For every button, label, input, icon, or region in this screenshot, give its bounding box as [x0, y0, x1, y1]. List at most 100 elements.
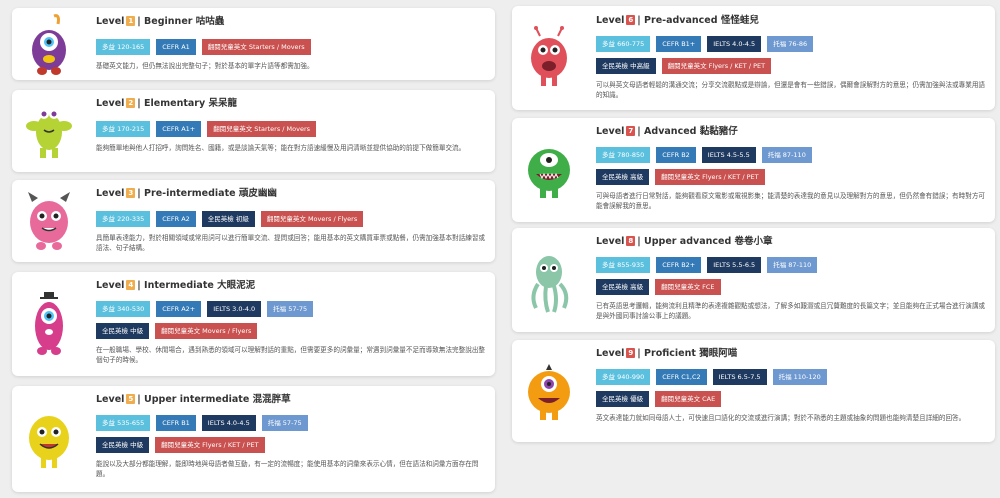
- toeic-tag: 多益 220-335: [96, 211, 151, 227]
- level-description: 可以與英文母語者輕鬆的溝通交流；分享交流觀點或是辯論，但還是會有一些錯誤，偶爾會…: [596, 81, 986, 99]
- level-card-8: Level 8 | Upper advanced 卷卷小章 多益 855-935 C…: [512, 228, 995, 332]
- kids-english-tag: 翻閱兒童英文 Starters / Movers: [201, 39, 311, 55]
- level-title: Level 8 | Upper advanced 卷卷小章: [596, 236, 773, 247]
- ielts-tag: IELTS 6.5-7.5: [712, 369, 767, 385]
- level-description: 基礎英文能力，但仍無法說出完整句子；對於基本的單字片語等都需加強。: [96, 62, 314, 70]
- level-title: Level 9 | Proficient 獨眼阿喵: [596, 348, 738, 359]
- level-number-badge: 8: [626, 236, 636, 246]
- cefr-tag: CEFR A2+: [156, 301, 202, 317]
- level-number-badge: 5: [126, 394, 136, 404]
- level-title: Level 7 | Advanced 黏黏豬仔: [596, 126, 738, 137]
- green-monster-mascot: [528, 149, 570, 198]
- cefr-tag: CEFR B1: [156, 415, 196, 431]
- gept-tag: 全民英檢 中級: [96, 323, 150, 339]
- cefr-tag: CEFR A2: [156, 211, 196, 227]
- toeic-tag: 多益 855-935: [596, 257, 651, 273]
- pink-monster-mascot: [28, 192, 70, 250]
- kids-english-tag: 翻閱兒童英文 FCE: [655, 279, 721, 295]
- level-name: Pre-advanced 怪怪蛙兒: [644, 15, 759, 26]
- cefr-tag: CEFR B2+: [656, 257, 702, 273]
- ielts-tag: IELTS 4.0-4.5: [707, 36, 762, 52]
- gept-tag: 全民英檢 高級: [596, 169, 650, 185]
- toefl-tag: 托福 57-75: [261, 415, 308, 431]
- level-name: Pre-intermediate 頑皮幽幽: [144, 188, 277, 199]
- tag-list: 多益 170-215 CEFR A1+ 翻閱兒童英文 Starters / Mo…: [96, 121, 487, 143]
- pink-frog-mascot: [531, 26, 567, 86]
- toeic-tag: 多益 170-215: [96, 121, 151, 137]
- tag-list: 多益 535-655 CEFR B1 IELTS 4.0-4.5 托福 57-7…: [96, 415, 487, 459]
- ielts-tag: IELTS 5.5-6.5: [707, 257, 762, 273]
- kids-english-tag: 翻閱兒童英文 Movers / Flyers: [155, 323, 258, 339]
- gept-tag: 全民英檢 高級: [596, 279, 650, 295]
- gept-tag: 全民英檢 中高級: [596, 58, 656, 74]
- kids-english-tag: 翻閱兒童英文 Flyers / KET / PET: [155, 437, 265, 453]
- level-description: 能夠簡單地與他人打招呼，詢問姓名、國籍，或是談論天氣等；能在對方語速緩慢及用詞清…: [96, 144, 466, 152]
- level-description: 具簡單表達能力，對於相關領域或常用詞可以進行簡單交流、提問或回答；能用基本的英文…: [96, 234, 486, 252]
- toeic-tag: 多益 340-530: [96, 301, 151, 317]
- kids-english-tag: 翻閱兒童英文 Starters / Movers: [207, 121, 317, 137]
- level-name: Upper advanced 卷卷小章: [644, 236, 773, 247]
- level-name: Upper intermediate 混混胖草: [144, 394, 291, 405]
- green-dino-mascot: [26, 109, 72, 158]
- level-card-5: Level 5 | Upper intermediate 混混胖草 多益 535-6…: [12, 386, 495, 492]
- kids-english-tag: 翻閱兒童英文 Flyers / KET / PET: [661, 58, 772, 74]
- tag-list: 多益 220-335 CEFR A2 全民英檢 初級 翻閱兒童英文 Movers…: [96, 211, 487, 233]
- level-card-2: Level 2 | Elementary 呆呆龍 多益 170-215 CEFR A…: [12, 90, 495, 172]
- level-title: Level 3 | Pre-intermediate 頑皮幽幽: [96, 188, 277, 199]
- level-card-7: Level 7 | Advanced 黏黏豬仔 多益 780-850 CEFR B2…: [512, 118, 995, 222]
- level-title: Level 6 | Pre-advanced 怪怪蛙兒: [596, 15, 759, 26]
- level-name: Beginner 咕咕蟲: [144, 16, 225, 27]
- level-title: Level 1 | Beginner 咕咕蟲: [96, 16, 225, 27]
- cefr-tag: CEFR B1+: [656, 36, 702, 52]
- ielts-tag: IELTS 4.5-5.5: [701, 147, 756, 163]
- toeic-tag: 多益 535-655: [96, 415, 151, 431]
- level-card-4: Level 4 | Intermediate 大眼泥泥 多益 340-530 CEF…: [12, 272, 495, 376]
- orange-cyclops-mascot: [528, 364, 570, 420]
- cefr-tag: CEFR C1,C2: [656, 369, 707, 385]
- level-title: Level 4 | Intermediate 大眼泥泥: [96, 280, 256, 291]
- level-number-badge: 7: [626, 126, 636, 136]
- level-card-1: Level 1 | Beginner 咕咕蟲 多益 120-165 CEFR A1 …: [12, 8, 495, 80]
- level-description: 已有英語思考邏輯，能夠流利且精準的表達複雜觀點或想法，了解多如艱澀或且冗贅難度的…: [596, 302, 986, 320]
- tag-list: 多益 660-775 CEFR B1+ IELTS 4.0-4.5 托福 76-…: [596, 36, 987, 80]
- cefr-tag: CEFR A1: [156, 39, 196, 55]
- level-number-badge: 1: [126, 16, 136, 26]
- level-description: 能說以及大部分都能理解，能即時地與母語者做互動，有一定的流暢度；能使用基本的詞彙…: [96, 460, 479, 478]
- purple-monster-mascot: [32, 14, 66, 75]
- level-number-badge: 2: [126, 98, 136, 108]
- tag-list: 多益 340-530 CEFR A2+ IELTS 3.0-4.0 托福 57-…: [96, 301, 487, 345]
- level-number-badge: 3: [126, 188, 136, 198]
- gept-tag: 全民英檢 中級: [96, 437, 150, 453]
- level-name: Proficient 獨眼阿喵: [644, 348, 738, 359]
- level-description: 在一般職場、學校、休閒場合，遇到熟悉的領域可以理解對話的重點，但需要更多的詞彙量…: [96, 346, 486, 364]
- tag-list: 多益 120-165 CEFR A1 翻閱兒童英文 Starters / Mov…: [96, 39, 487, 61]
- octopus-mascot: [531, 256, 569, 313]
- toefl-tag: 托福 87-110: [761, 147, 812, 163]
- level-description: 可與母語者進行日常對話，能夠觀看原文電影或電視影集；能清楚的表達我的意見以及理解…: [596, 192, 986, 210]
- toeic-tag: 多益 120-165: [96, 39, 151, 55]
- level-name: Advanced 黏黏豬仔: [644, 126, 738, 137]
- toefl-tag: 托福 110-120: [772, 369, 827, 385]
- level-name: Elementary 呆呆龍: [144, 98, 237, 109]
- ielts-tag: IELTS 4.0-4.5: [201, 415, 256, 431]
- level-card-6: Level 6 | Pre-advanced 怪怪蛙兒 多益 660-775 CEF…: [512, 6, 995, 110]
- toefl-tag: 托福 57-75: [267, 301, 314, 317]
- ielts-tag: IELTS 3.0-4.0: [207, 301, 262, 317]
- toefl-tag: 托福 87-110: [767, 257, 818, 273]
- tag-list: 多益 940-990 CEFR C1,C2 IELTS 6.5-7.5 托福 1…: [596, 369, 987, 413]
- gept-tag: 全民英檢 優級: [596, 391, 650, 407]
- tag-list: 多益 855-935 CEFR B2+ IELTS 5.5-6.5 托福 87-…: [596, 257, 987, 301]
- kids-english-tag: 翻閱兒童英文 Movers / Flyers: [260, 211, 364, 227]
- level-number-badge: 6: [626, 15, 636, 25]
- kids-english-tag: 翻閱兒童英文 CAE: [655, 391, 722, 407]
- level-number-badge: 9: [626, 348, 636, 358]
- level-card-3: Level 3 | Pre-intermediate 頑皮幽幽 多益 220-335…: [12, 180, 495, 262]
- cefr-tag: CEFR B2: [656, 147, 696, 163]
- level-title: Level 5 | Upper intermediate 混混胖草: [96, 394, 291, 405]
- yellow-fuzzy-mascot: [29, 416, 69, 468]
- tag-list: 多益 780-850 CEFR B2 IELTS 4.5-5.5 托福 87-1…: [596, 147, 987, 191]
- cefr-tag: CEFR A1+: [156, 121, 202, 137]
- toeic-tag: 多益 780-850: [596, 147, 651, 163]
- level-number-badge: 4: [126, 280, 136, 290]
- level-card-9: Level 9 | Proficient 獨眼阿喵 多益 940-990 CEFR …: [512, 340, 995, 442]
